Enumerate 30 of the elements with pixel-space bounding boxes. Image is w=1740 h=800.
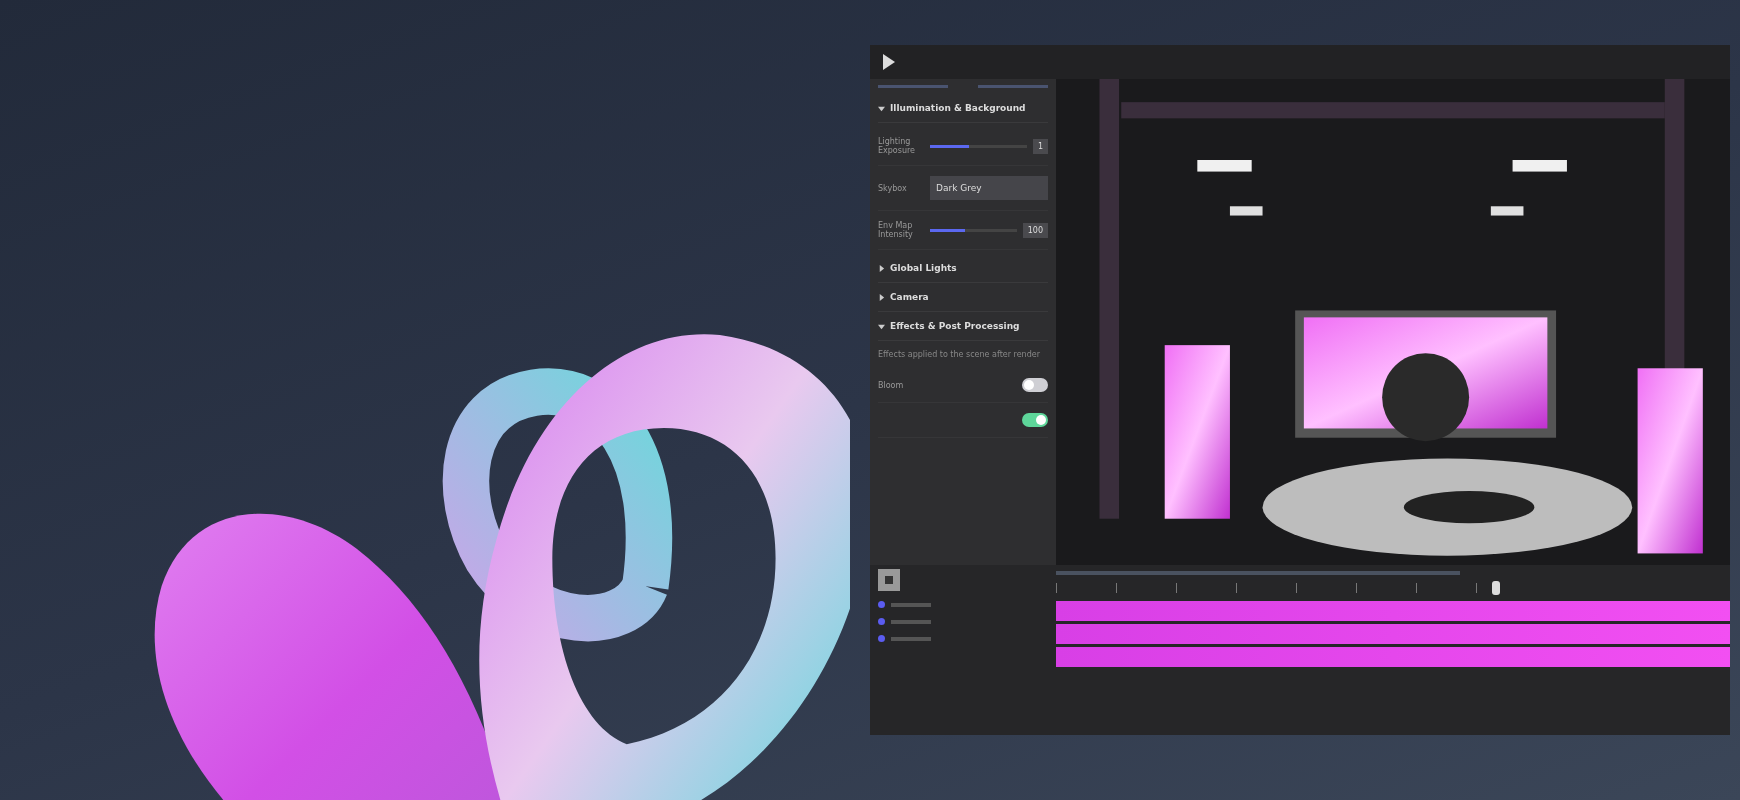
toggle-switch[interactable] <box>1022 413 1048 428</box>
timeline-clip[interactable] <box>1056 647 1730 667</box>
caret-icon <box>878 322 885 330</box>
value-field[interactable]: 100 <box>1022 222 1048 238</box>
timeline-clip[interactable] <box>1056 601 1730 621</box>
section-header[interactable]: Global Lights <box>878 254 1048 283</box>
caret-icon <box>878 264 885 272</box>
section-header[interactable]: Effects & Post Processing <box>878 312 1048 341</box>
layer-name-bar <box>891 602 931 607</box>
section-header[interactable]: Illumination & Background <box>878 94 1048 123</box>
playhead-handle[interactable] <box>1492 581 1500 595</box>
control-label: Bloom <box>878 380 905 390</box>
value-field[interactable]: 1 <box>1032 138 1048 154</box>
dropdown[interactable]: Dark Grey <box>930 176 1048 200</box>
caret-icon <box>878 293 885 301</box>
slider-track[interactable] <box>930 144 1027 148</box>
section-header[interactable]: Camera <box>878 283 1048 312</box>
control-label: Skybox <box>878 183 908 193</box>
control-label: Lighting Exposure <box>878 137 917 155</box>
layer-name-bar <box>891 636 931 641</box>
timeline-clip[interactable] <box>1056 624 1730 644</box>
toggle-switch[interactable] <box>1022 378 1048 393</box>
slider-track[interactable] <box>930 228 1017 232</box>
stop-icon <box>885 576 893 584</box>
logo-icon <box>882 53 896 71</box>
section-description: Effects applied to the scene after render <box>878 349 1041 361</box>
caret-icon <box>878 104 885 112</box>
stop-button[interactable] <box>878 569 900 591</box>
layer-name-bar <box>891 619 931 624</box>
control-label: Env Map Intensity <box>878 221 914 239</box>
